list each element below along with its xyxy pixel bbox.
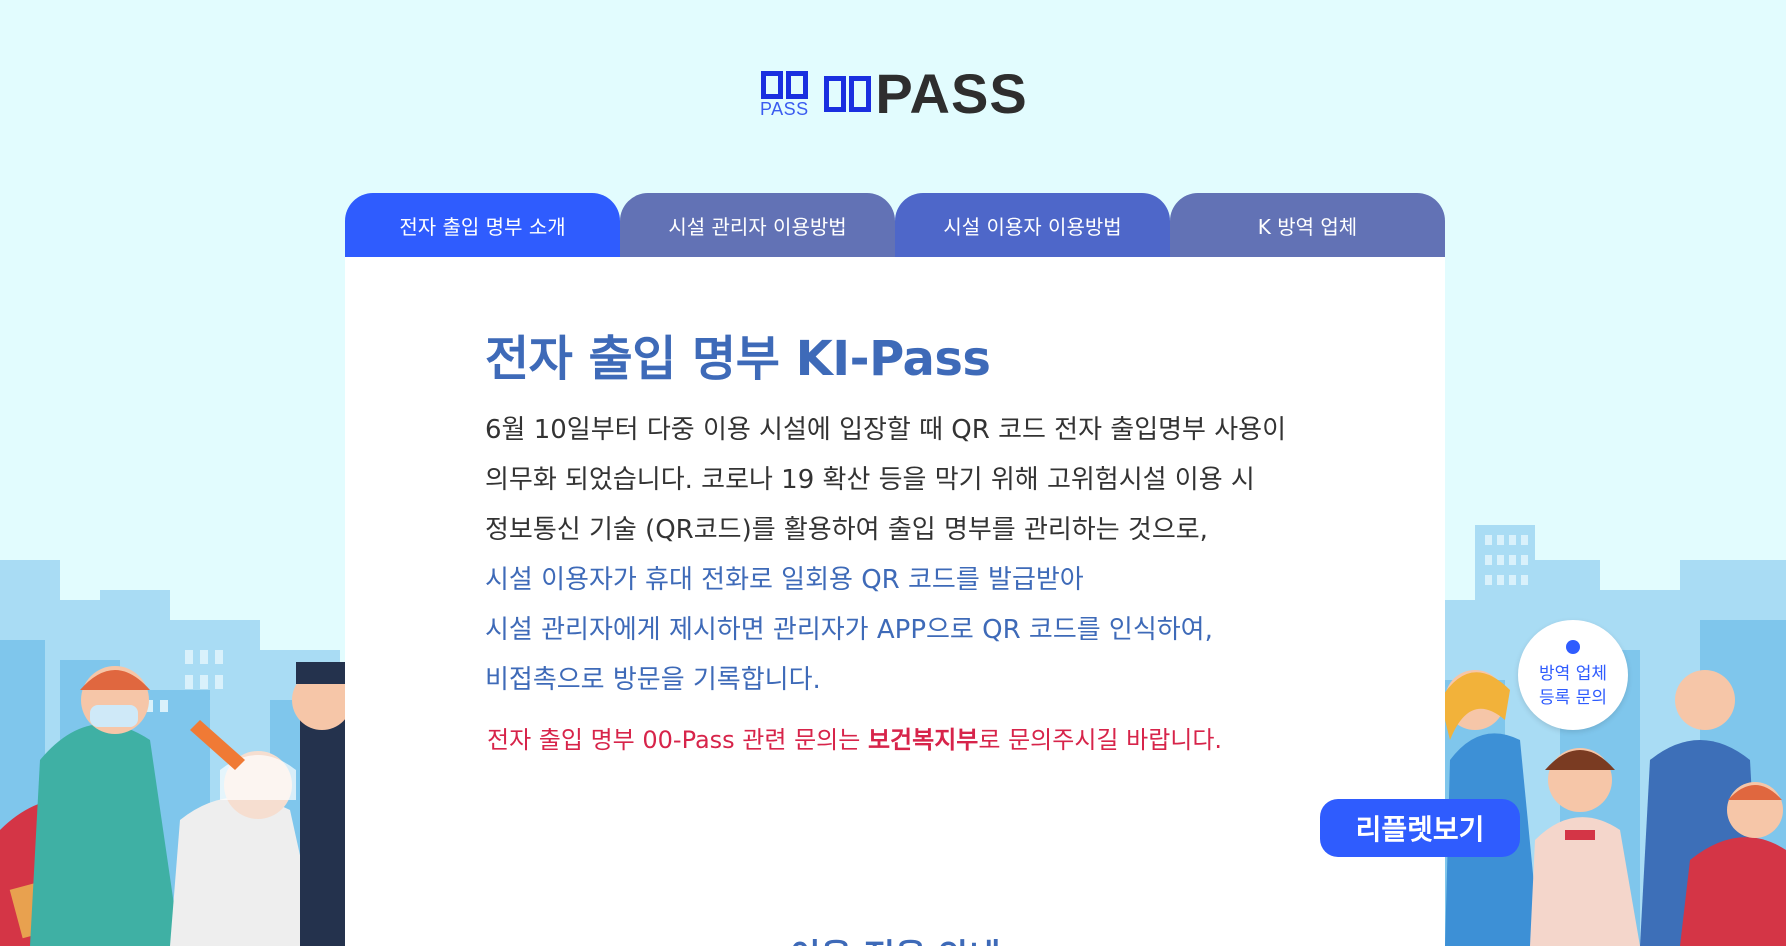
- badge-label-line1: 방역 업체: [1539, 664, 1607, 684]
- main-tabs: 전자 출입 명부 소개 시설 관리자 이용방법 시설 이용자 이용방법 K 방역…: [345, 193, 1445, 257]
- notice-ministry-name: 보건복지부: [867, 726, 979, 754]
- tab-label: 시설 이용자 이용방법: [943, 214, 1122, 239]
- tab-facility-manager-guide[interactable]: 시설 관리자 이용방법: [620, 193, 895, 257]
- page-title: 전자 출입 명부 KI-Pass: [485, 331, 991, 387]
- tab-label: K 방역 업체: [1257, 214, 1358, 239]
- logo-mark-caption: PASS: [759, 98, 809, 119]
- notice-text-before: 전자 출입 명부 00-Pass 관련 문의는: [487, 726, 868, 754]
- site-logo[interactable]: PASS PASS: [0, 66, 1786, 122]
- intro-line-highlight: 시설 이용자가 휴대 전화로 일회용 QR 코드를 발급받아: [485, 565, 1084, 595]
- logo-placeholder-glyphs: [824, 76, 872, 112]
- logo-mark-icon: PASS: [758, 70, 810, 119]
- tab-label: 전자 출입 명부 소개: [399, 214, 566, 239]
- intro-card: 전자 출입 명부 KI-Pass 6월 10일부터 다중 이용 시설에 입장할 …: [345, 257, 1520, 946]
- intro-line-highlight: 비접촉으로 방문을 기록합니다.: [485, 665, 821, 695]
- badge-label-line2: 등록 문의: [1539, 688, 1607, 708]
- next-section-heading: 이용 전용 안내: [345, 929, 1445, 946]
- tab-intro[interactable]: 전자 출입 명부 소개: [345, 193, 620, 257]
- tab-label: 시설 관리자 이용방법: [668, 214, 847, 239]
- intro-line: 정보통신 기술 (QR코드)를 활용하여 출입 명부를 관리하는 것으로,: [485, 515, 1208, 545]
- quarantine-company-inquiry-button[interactable]: 방역 업체 등록 문의: [1518, 620, 1628, 730]
- logo-wordmark-text: PASS: [875, 62, 1028, 125]
- notice-text-after: 로 문의주시길 바랍니다.: [978, 726, 1223, 754]
- tab-k-quarantine-company[interactable]: K 방역 업체: [1170, 193, 1445, 257]
- intro-line: 6월 10일부터 다중 이용 시설에 입장할 때 QR 코드 전자 출입명부 사…: [485, 415, 1286, 445]
- view-leaflet-button[interactable]: 리플렛보기: [1320, 799, 1520, 857]
- intro-paragraph: 6월 10일부터 다중 이용 시설에 입장할 때 QR 코드 전자 출입명부 사…: [485, 405, 1325, 705]
- badge-dot-icon: [1566, 640, 1580, 654]
- inquiry-notice: 전자 출입 명부 00-Pass 관련 문의는 보건복지부로 문의주시길 바랍니…: [487, 720, 1222, 755]
- intro-line-highlight: 시설 관리자에게 제시하면 관리자가 APP으로 QR 코드를 인식하여,: [485, 615, 1213, 645]
- intro-line: 의무화 되었습니다. 코로나 19 확산 등을 막기 위해 고위험시설 이용 시: [485, 465, 1255, 495]
- tab-facility-user-guide[interactable]: 시설 이용자 이용방법: [895, 193, 1170, 257]
- logo-wordmark: PASS: [824, 66, 1027, 122]
